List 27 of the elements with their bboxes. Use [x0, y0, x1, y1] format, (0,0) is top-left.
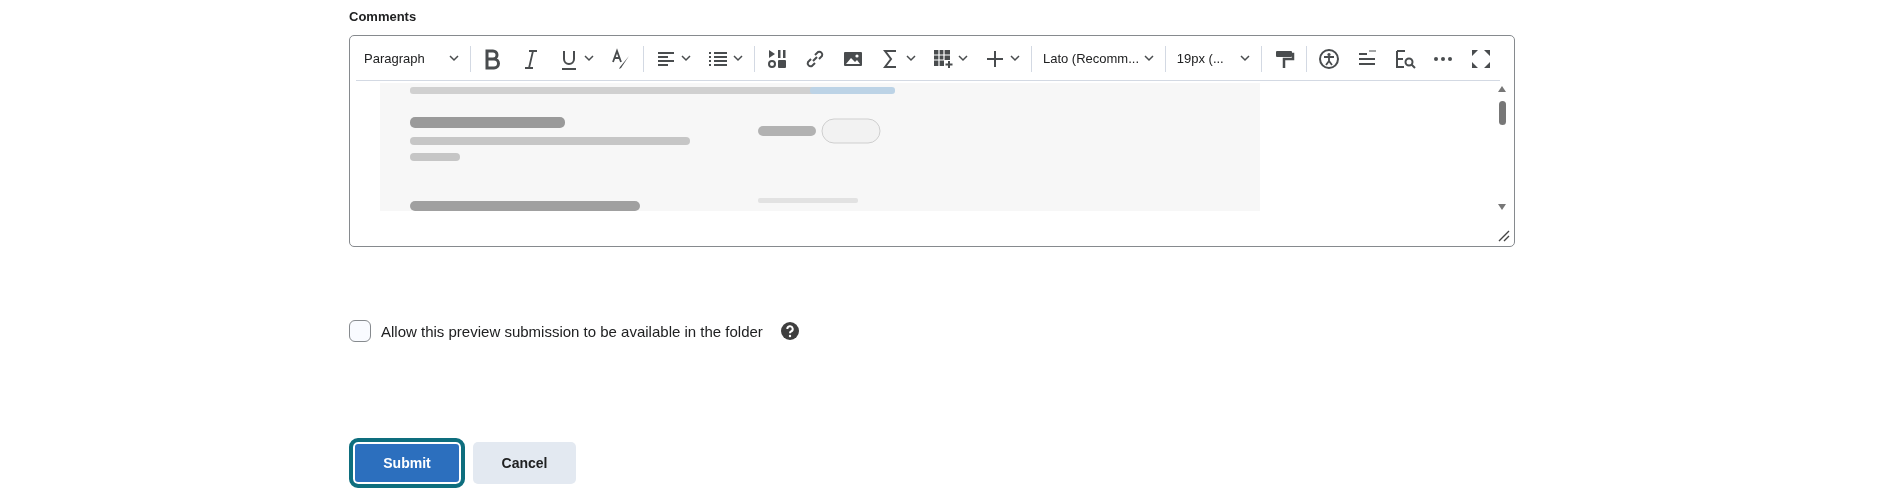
- accessibility-icon: [1317, 47, 1340, 70]
- caret-icon: [680, 55, 691, 62]
- help-icon[interactable]: [780, 322, 799, 340]
- preview-icon: [1393, 47, 1416, 70]
- scroll-up-icon[interactable]: [1497, 85, 1507, 93]
- caret-icon: [449, 55, 459, 62]
- toolbar-dropdown[interactable]: Lato (Recomm...: [1034, 41, 1162, 76]
- caret-icon: [1240, 55, 1250, 62]
- resize-handle-icon[interactable]: [1498, 230, 1510, 242]
- fullscreen-icon: [1469, 47, 1492, 70]
- toolbar-dropdown[interactable]: 19px (...: [1168, 41, 1258, 76]
- media-icon: [765, 47, 788, 70]
- checkbox[interactable]: [349, 320, 371, 342]
- submit-button[interactable]: Submit: [349, 438, 465, 488]
- caret-icon: [584, 55, 594, 62]
- scroll-thumb[interactable]: [1498, 101, 1506, 125]
- more-icon: [1431, 55, 1454, 62]
- toolbar-dropdown[interactable]: Paragraph: [356, 41, 467, 76]
- caret-icon: [1009, 55, 1020, 62]
- caret-icon: [1143, 55, 1154, 62]
- caret-icon: [905, 55, 916, 62]
- table-icon: [931, 47, 954, 70]
- caret-icon: [957, 55, 968, 62]
- checkbox-label: Allow this preview submission to be available in the folder: [381, 322, 763, 340]
- caret-icon: [732, 55, 743, 62]
- field-label: Comments: [349, 9, 418, 26]
- scroll-down-icon[interactable]: [1497, 203, 1507, 211]
